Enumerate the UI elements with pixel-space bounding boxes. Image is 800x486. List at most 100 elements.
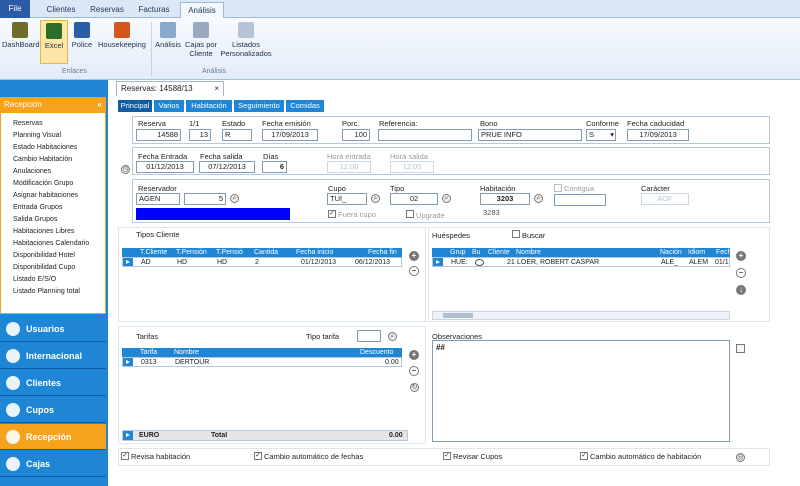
- police-button[interactable]: Police: [70, 20, 94, 64]
- tipo-field[interactable]: 02: [390, 193, 438, 205]
- menu-item-disponibilidad-cupo[interactable]: Disponibilidad Cupo: [13, 264, 75, 271]
- menu-item-reservas[interactable]: Reservas: [13, 120, 43, 127]
- add-icon[interactable]: +: [409, 251, 419, 261]
- close-icon[interactable]: ×: [214, 82, 219, 96]
- fuera-cupo-checkbox[interactable]: [328, 210, 336, 218]
- search-icon[interactable]: [475, 259, 484, 266]
- table-row[interactable]: AD HD HD 2 01/12/2013 06/12/2013: [122, 257, 402, 267]
- menu-item-cambio-habitacion[interactable]: Cambio Habitación: [13, 156, 72, 163]
- download-icon[interactable]: ↓: [736, 285, 746, 295]
- cupo-field[interactable]: TUI_: [327, 193, 367, 205]
- collapse-icon[interactable]: «: [98, 97, 102, 112]
- bono-field[interactable]: PRUE INFO: [478, 129, 582, 141]
- habitacion-field[interactable]: 3203: [480, 193, 530, 205]
- reserva-field[interactable]: 14588: [136, 129, 181, 141]
- search-icon[interactable]: ⌕: [230, 194, 239, 203]
- bono-label: Bono: [480, 119, 498, 128]
- cajas-por-cliente-button[interactable]: Cajas por Cliente: [184, 20, 218, 64]
- remove-icon[interactable]: −: [736, 268, 746, 278]
- menu-item-salida-grupos[interactable]: Salida Grupos: [13, 216, 57, 223]
- tab-analisis[interactable]: Análisis: [180, 2, 224, 18]
- menu-item-modificacion-grupo[interactable]: Modificación Grupo: [13, 180, 73, 187]
- upgrade-checkbox[interactable]: [406, 210, 414, 218]
- cambio-habitacion-checkbox[interactable]: [580, 452, 588, 460]
- search-icon[interactable]: ⌕: [388, 332, 397, 341]
- housekeeping-button[interactable]: Housekeeping: [96, 20, 148, 64]
- reservador-num-field[interactable]: 5: [184, 193, 226, 205]
- tab-principal[interactable]: Principal: [118, 100, 152, 112]
- conforme-select[interactable]: S ▾: [586, 129, 616, 141]
- refresh-icon[interactable]: ↻: [410, 383, 419, 392]
- reservador-name-field[interactable]: [136, 208, 290, 220]
- contigua-checkbox[interactable]: [554, 184, 562, 192]
- edit-icon[interactable]: [736, 344, 745, 353]
- hora-entrada-field[interactable]: 12:00: [327, 161, 371, 173]
- caracter-field[interactable]: AOF: [641, 193, 689, 205]
- nav-clientes[interactable]: Clientes: [0, 370, 106, 396]
- search-icon[interactable]: ⌕: [371, 194, 380, 203]
- search-icon[interactable]: ⌕: [534, 194, 543, 203]
- observaciones-textarea[interactable]: ##: [432, 340, 730, 442]
- revisa-habitacion-checkbox[interactable]: [121, 452, 129, 460]
- tab-facturas[interactable]: Facturas: [134, 2, 174, 18]
- menu-item-estado-habitaciones[interactable]: Estado Habitaciones: [13, 144, 77, 151]
- document-tab[interactable]: Reservas: 14588/13 ×: [116, 81, 224, 96]
- tab-seguimiento[interactable]: Seguimiento: [234, 100, 284, 112]
- calendar-icon[interactable]: ◷: [121, 165, 130, 174]
- menu-item-habitaciones-libres[interactable]: Habitaciones Libres: [13, 228, 74, 235]
- nav-usuarios[interactable]: Usuarios: [0, 316, 106, 342]
- referencia-field[interactable]: [378, 129, 472, 141]
- menu-item-habitaciones-calendario[interactable]: Habitaciones Calendario: [13, 240, 89, 247]
- menu-item-anulaciones[interactable]: Anulaciones: [13, 168, 51, 175]
- scrollbar-thumb[interactable]: [443, 313, 473, 318]
- table-row[interactable]: 0313 DERTOUR 0.00: [122, 357, 402, 367]
- tipo-tarifa-field[interactable]: [357, 330, 381, 342]
- settings-icon[interactable]: ◎: [736, 453, 745, 462]
- nav-cupos[interactable]: Cupos: [0, 397, 106, 423]
- contigua-field[interactable]: [554, 194, 606, 206]
- nav-cajas[interactable]: Cajas: [0, 451, 106, 477]
- add-icon[interactable]: +: [736, 251, 746, 261]
- nav-internacional[interactable]: Internacional: [0, 343, 106, 369]
- hora-salida-field[interactable]: 12:00: [390, 161, 434, 173]
- menu-item-planning-visual[interactable]: Planning Visual: [13, 132, 61, 139]
- horizontal-scrollbar[interactable]: [432, 311, 730, 320]
- excel-button[interactable]: Excel: [40, 20, 68, 64]
- nav-recepcion[interactable]: Recepción: [0, 424, 106, 450]
- menu-item-entrada-grupos[interactable]: Entrada Grupos: [13, 204, 62, 211]
- menu-item-listado-planning-total[interactable]: Listado Planning total: [13, 288, 80, 295]
- fecha-salida-field[interactable]: 07/12/2013: [199, 161, 255, 173]
- listados-personalizados-button[interactable]: Listados Personalizados: [220, 20, 272, 64]
- cupo-label: Cupo: [328, 184, 346, 193]
- dias-label: Días: [263, 152, 279, 161]
- dias-field[interactable]: 6: [262, 161, 287, 173]
- tab-varios[interactable]: Varios: [154, 100, 184, 112]
- serie-field[interactable]: 13: [189, 129, 211, 141]
- menu-item-disponibilidad-hotel[interactable]: Disponibilidad Hotel: [13, 252, 75, 259]
- recepcion-panel-header[interactable]: Recepción «: [0, 97, 106, 112]
- fecha-caducidad-field[interactable]: 17/09/2013: [627, 129, 689, 141]
- tab-clientes[interactable]: Clientes: [40, 2, 82, 18]
- remove-icon[interactable]: −: [409, 366, 419, 376]
- tab-file[interactable]: File: [0, 0, 30, 18]
- tab-comidas[interactable]: Comidas: [286, 100, 324, 112]
- cambio-fechas-checkbox[interactable]: [254, 452, 262, 460]
- menu-item-listado-eso[interactable]: Listado E/S/O: [13, 276, 56, 283]
- tab-habitacion[interactable]: Habitación: [186, 100, 232, 112]
- estado-field[interactable]: R: [222, 129, 252, 141]
- analisis-button[interactable]: Análisis: [154, 20, 182, 64]
- fecha-emision-field[interactable]: 17/09/2013: [262, 129, 318, 141]
- table-row[interactable]: HUE: 21 LÖER, RÖBERT CASPAR ALE_ ALEM 01…: [432, 257, 730, 267]
- fecha-entrada-field[interactable]: 01/12/2013: [136, 161, 194, 173]
- porc-field[interactable]: 100: [342, 129, 370, 141]
- remove-icon[interactable]: −: [409, 266, 419, 276]
- dashboard-button[interactable]: DashBoard: [2, 20, 40, 64]
- revisar-cupos-checkbox[interactable]: [443, 452, 451, 460]
- reservador-field[interactable]: AGEN: [136, 193, 180, 205]
- chevron-down-icon[interactable]: ▾: [610, 130, 614, 140]
- add-icon[interactable]: +: [409, 350, 419, 360]
- menu-item-asignar-habitaciones[interactable]: Asignar habitaciones: [13, 192, 78, 199]
- search-icon[interactable]: ⌕: [442, 194, 451, 203]
- tab-reservas[interactable]: Reservas: [86, 2, 128, 18]
- buscar-checkbox[interactable]: [512, 230, 520, 238]
